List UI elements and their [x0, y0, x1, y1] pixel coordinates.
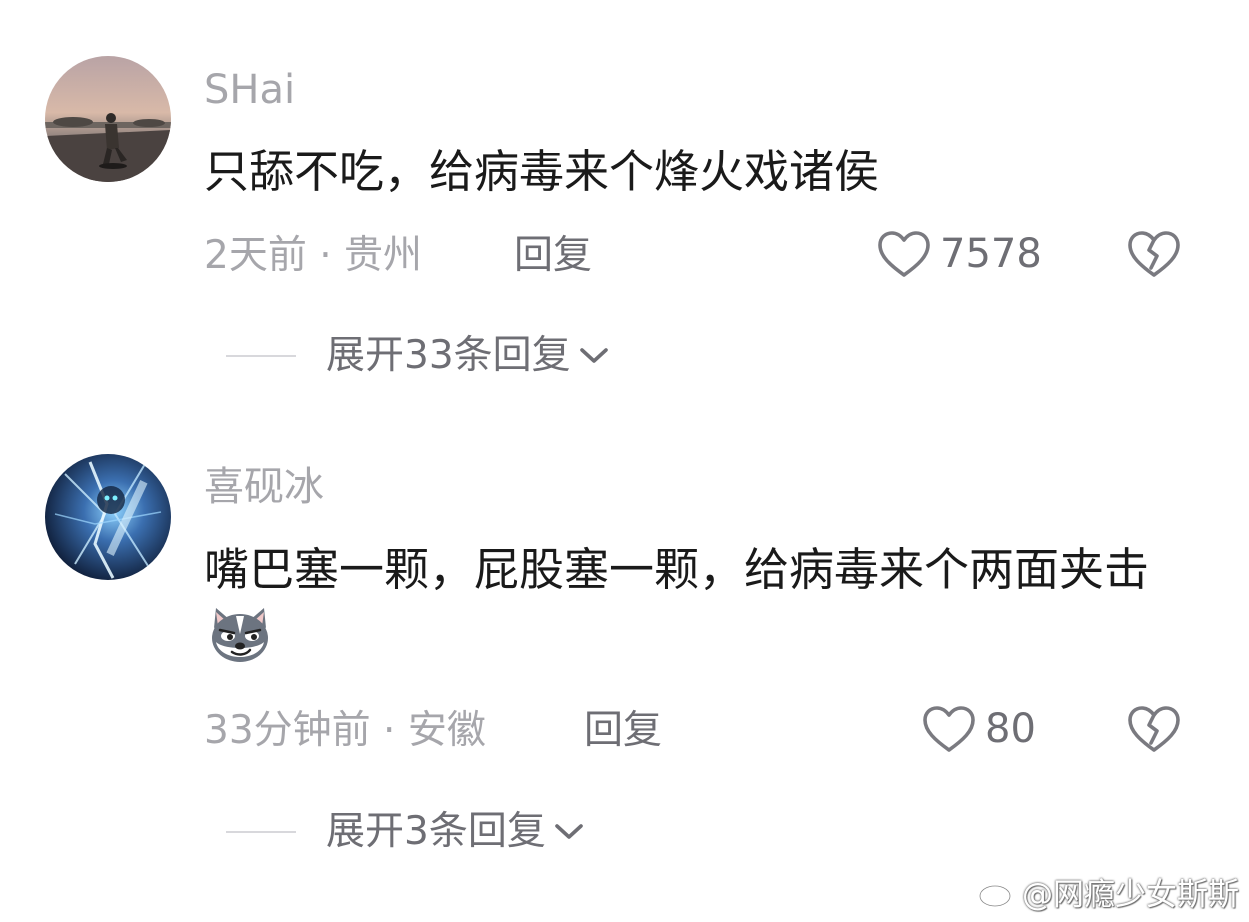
username[interactable]: SHai — [204, 70, 295, 110]
expand-replies-button[interactable]: 展开3条回复 — [226, 812, 586, 851]
divider-line — [226, 354, 296, 357]
broken-heart-icon — [1126, 703, 1182, 755]
watermark: @网瘾少女斯斯 — [978, 869, 1239, 914]
like-count: 7578 — [940, 231, 1042, 277]
chevron-down-icon — [546, 821, 586, 843]
like-count: 80 — [985, 706, 1036, 752]
comment-time-location: 33分钟前 · 安徽 — [204, 708, 486, 753]
comment-text-body: 嘴巴塞一颗，屁股塞一颗，给病毒来个两面夹击 — [204, 543, 1150, 596]
dislike-button[interactable] — [1126, 228, 1182, 280]
expand-replies-button[interactable]: 展开33条回复 — [226, 336, 611, 375]
comment-text: 只舔不吃，给病毒来个烽火戏诸侯 — [204, 145, 880, 198]
expand-replies-label: 展开33条回复 — [326, 333, 571, 378]
avatar[interactable] — [45, 454, 171, 580]
watermark-text: @网瘾少女斯斯 — [1022, 877, 1239, 913]
username[interactable]: 喜砚冰 — [204, 467, 324, 507]
dislike-button[interactable] — [1126, 703, 1182, 755]
heart-outline-icon — [921, 703, 977, 755]
avatar[interactable] — [45, 56, 171, 182]
reply-button[interactable]: 回复 — [514, 236, 592, 275]
comment-text: 嘴巴塞一颗，屁股塞一颗，给病毒来个两面夹击 — [204, 536, 1204, 673]
weibo-logo-icon — [978, 875, 1022, 908]
husky-smirk-emoji — [206, 604, 274, 666]
reply-button[interactable]: 回复 — [584, 711, 662, 750]
divider-line — [226, 830, 296, 833]
broken-heart-icon — [1126, 228, 1182, 280]
expand-replies-label: 展开3条回复 — [326, 809, 546, 854]
heart-outline-icon — [876, 228, 932, 280]
like-button[interactable]: 7578 — [876, 228, 1042, 280]
like-button[interactable]: 80 — [921, 703, 1036, 755]
comment-time-location: 2天前 · 贵州 — [204, 233, 423, 278]
chevron-down-icon — [571, 345, 611, 367]
